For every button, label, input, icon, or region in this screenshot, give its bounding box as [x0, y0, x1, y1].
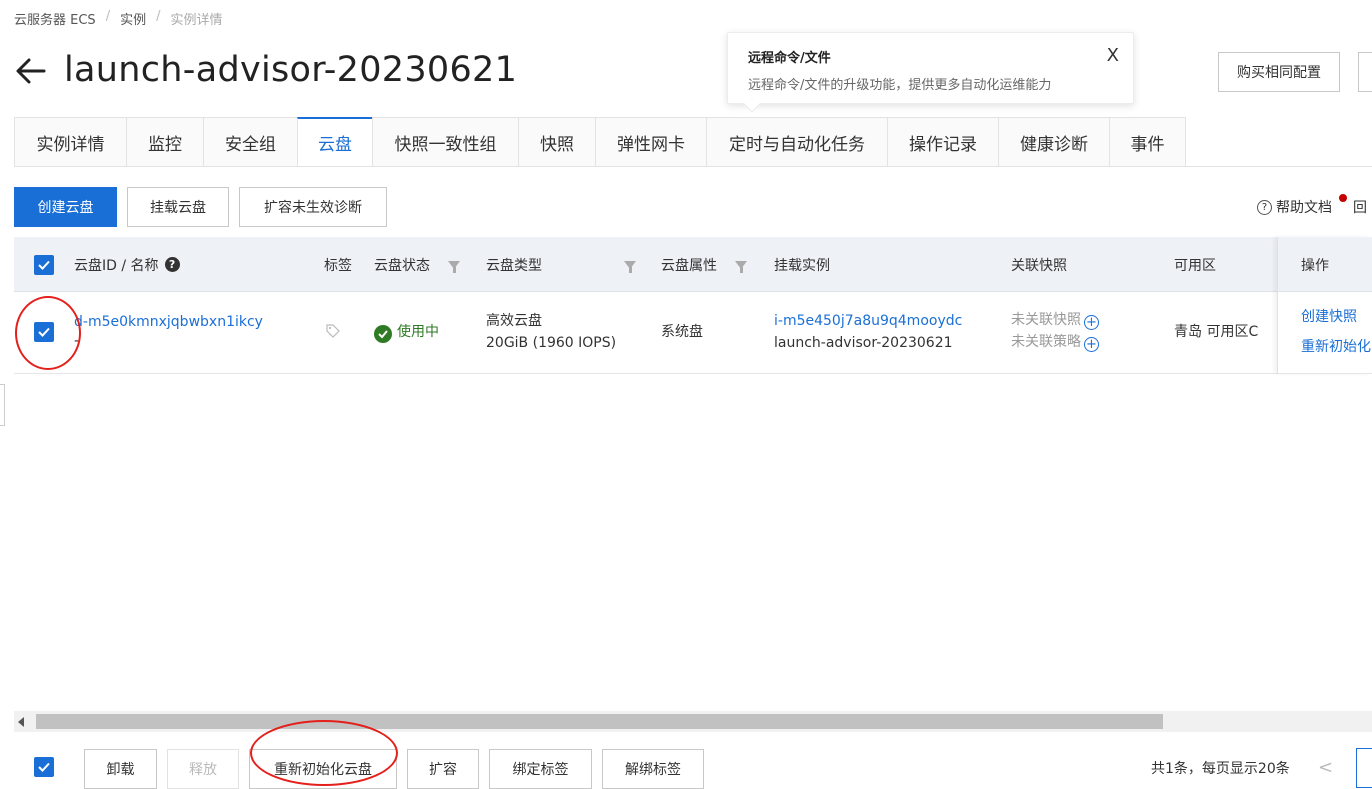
release-button[interactable]: 释放	[167, 749, 239, 789]
status-badge: 使用中	[374, 321, 439, 343]
detach-button[interactable]: 卸载	[84, 749, 157, 789]
close-icon[interactable]: X	[1107, 45, 1119, 66]
header-tag: 标签	[324, 257, 352, 274]
breadcrumb-separator: /	[105, 9, 111, 24]
table-header: 云盘ID / 名称 ? 标签 云盘状态 云盘类型 云盘属性 挂载实例 关联快照 …	[14, 237, 1372, 292]
header-type: 云盘类型	[486, 237, 636, 292]
create-disk-button[interactable]: 创建云盘	[14, 187, 117, 227]
question-icon: ?	[1257, 199, 1272, 215]
help-docs-link[interactable]: ? 帮助文档	[1257, 197, 1332, 217]
tab-snapshot-consistency-group[interactable]: 快照一致性组	[372, 117, 518, 167]
more-button[interactable]	[1358, 52, 1372, 92]
breadcrumb: 云服务器 ECS / 实例 / 实例详情	[14, 9, 223, 28]
breadcrumb-instances[interactable]: 实例	[120, 9, 146, 28]
filter-icon[interactable]	[735, 260, 747, 273]
back-arrow-icon[interactable]	[14, 54, 48, 88]
side-panel-handle[interactable]	[0, 384, 5, 426]
header-type-label: 云盘类型	[486, 257, 542, 274]
header-status-label: 云盘状态	[374, 257, 430, 274]
notification-dot	[1339, 194, 1347, 202]
tab-instance-details[interactable]: 实例详情	[14, 117, 126, 167]
instance-id-link[interactable]: i-m5e450j7a8u9q4mooydc	[774, 310, 962, 332]
status-text: 使用中	[397, 324, 439, 340]
policy-status: 未关联策略 +	[1011, 331, 1099, 353]
page-title: launch-advisor-20230621	[64, 50, 518, 90]
tab-divider	[14, 166, 1372, 167]
header-disk-id-label: 云盘ID / 名称	[74, 257, 159, 274]
add-snapshot-icon[interactable]: +	[1084, 315, 1099, 330]
scroll-left-icon[interactable]	[18, 717, 24, 727]
checkbox-checked-icon	[34, 757, 54, 777]
horizontal-scrollbar[interactable]	[14, 711, 1372, 732]
add-policy-icon[interactable]: +	[1084, 337, 1099, 352]
tooltip-description: 远程命令/文件的升级功能，提供更多自动化运维能力	[748, 78, 1052, 93]
scrollbar-thumb[interactable]	[36, 714, 1163, 729]
help-docs-label: 帮助文档	[1276, 200, 1332, 216]
header-status: 云盘状态	[374, 237, 469, 292]
operations-column-divider	[1277, 237, 1372, 374]
breadcrumb-current: 实例详情	[170, 13, 223, 28]
header-instance: 挂载实例	[774, 257, 830, 274]
tooltip-arrow	[743, 95, 761, 113]
page-number-box[interactable]	[1356, 748, 1372, 788]
tab-security-group[interactable]: 安全组	[203, 117, 297, 167]
tab-health-diagnosis[interactable]: 健康诊断	[998, 117, 1109, 167]
filter-icon[interactable]	[448, 260, 460, 273]
annotation-circle	[15, 296, 81, 370]
tab-eni[interactable]: 弹性网卡	[595, 117, 706, 167]
tab-operation-log[interactable]: 操作记录	[887, 117, 998, 167]
filter-icon[interactable]	[624, 260, 636, 273]
tab-bar: 实例详情 监控 安全组 云盘 快照一致性组 快照 弹性网卡 定时与自动化任务 操…	[14, 117, 1186, 167]
disk-id-link[interactable]: d-m5e0kmnxjqbwbxn1ikcy	[74, 311, 263, 333]
header-snapshot: 关联快照	[1011, 257, 1067, 274]
tab-snapshot[interactable]: 快照	[518, 117, 595, 167]
buy-same-config-button[interactable]: 购买相同配置	[1218, 52, 1340, 92]
help-icon[interactable]: ?	[164, 257, 180, 272]
snapshot-status: 未关联快照 +	[1011, 309, 1099, 331]
prev-page-icon[interactable]: <	[1318, 757, 1333, 778]
checkbox-checked-icon	[34, 254, 54, 275]
feature-tooltip: 远程命令/文件 远程命令/文件的升级功能，提供更多自动化运维能力 X	[727, 32, 1134, 113]
breadcrumb-ecs[interactable]: 云服务器 ECS	[14, 9, 96, 28]
tooltip-title: 远程命令/文件	[748, 51, 831, 66]
attach-disk-button[interactable]: 挂载云盘	[127, 187, 229, 227]
snapshot-status-label: 未关联快照	[1011, 312, 1081, 328]
pagination-summary: 共1条，每页显示20条	[1151, 761, 1290, 777]
tab-scheduled-tasks[interactable]: 定时与自动化任务	[706, 117, 887, 167]
select-all-checkbox[interactable]	[34, 237, 54, 292]
disk-attribute: 系统盘	[661, 324, 703, 340]
policy-status-label: 未关联策略	[1011, 334, 1081, 350]
tab-events[interactable]: 事件	[1109, 117, 1186, 167]
recycle-link[interactable]: 回	[1353, 197, 1367, 217]
breadcrumb-separator: /	[156, 9, 161, 24]
footer-select-all-checkbox[interactable]	[34, 757, 54, 777]
header-attr: 云盘属性	[661, 237, 747, 292]
instance-name: launch-advisor-20230621	[774, 335, 953, 351]
zone: 青岛 可用区C	[1174, 324, 1259, 340]
resize-button[interactable]: 扩容	[407, 749, 479, 789]
unbind-tag-button[interactable]: 解绑标签	[602, 749, 704, 789]
disk-type: 高效云盘	[486, 313, 542, 329]
tab-monitoring[interactable]: 监控	[126, 117, 203, 167]
tab-cloud-disk[interactable]: 云盘	[297, 117, 372, 167]
resize-diagnosis-button[interactable]: 扩容未生效诊断	[239, 187, 387, 227]
header-attr-label: 云盘属性	[661, 257, 717, 274]
tag-icon[interactable]	[325, 323, 341, 339]
header-zone: 可用区	[1174, 257, 1216, 274]
header-disk-id: 云盘ID / 名称 ?	[74, 237, 180, 292]
annotation-circle	[250, 720, 398, 786]
disk-type-detail: 20GiB (1960 IOPS)	[486, 335, 617, 351]
table-row: d-m5e0kmnxjqbwbxn1ikcy - 使用中 高效云盘 20GiB …	[14, 292, 1372, 374]
bind-tag-button[interactable]: 绑定标签	[489, 749, 592, 789]
check-circle-icon	[374, 325, 392, 343]
